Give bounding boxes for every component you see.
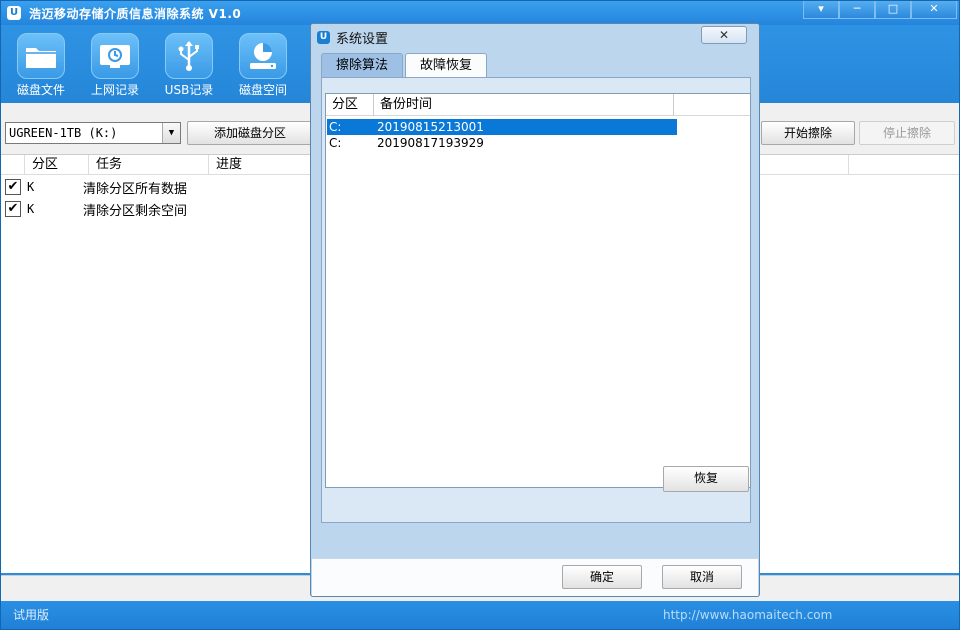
status-bar: 试用版 http://www.haomaitech.com <box>1 601 959 629</box>
toolbar-disk-files-button[interactable]: 磁盘文件 <box>6 33 76 98</box>
usb-icon <box>165 33 213 79</box>
checkbox-column-header <box>1 155 25 175</box>
dialog-tabs: 擦除算法 故障恢复 <box>321 53 489 78</box>
menu-dropdown-button[interactable]: ▾ <box>803 1 839 19</box>
toolbar-disk-space-button[interactable]: 磁盘空间 <box>228 33 298 98</box>
dialog-title-bar: U 系统设置 ✕ <box>311 24 759 50</box>
close-button[interactable]: ✕ <box>911 1 957 19</box>
column-header-partition[interactable]: 分区 <box>326 94 374 116</box>
task-description: 清除分区剩余空间 <box>83 203 188 219</box>
column-header-backup-time[interactable]: 备份时间 <box>374 94 674 116</box>
backup-time: 20190815213001 <box>377 120 484 134</box>
task-description: 清除分区所有数据 <box>83 181 188 197</box>
backup-partition: C: <box>329 136 342 150</box>
toolbar-label: USB记录 <box>164 83 214 97</box>
backup-list: 分区 备份时间 C: 20190815213001 C: 20190817193… <box>325 93 751 488</box>
task-partition: K <box>27 202 35 216</box>
edition-label: 试用版 <box>13 608 50 622</box>
title-bar: U 浩迈移动存储介质信息消除系统 V1.0 ▾ ─ □ ✕ <box>1 1 959 25</box>
task-row[interactable]: ✔ K 清除分区所有数据 <box>1 176 187 198</box>
ok-button[interactable]: 确定 <box>562 565 642 589</box>
backup-partition: C: <box>329 120 342 134</box>
toolbar-label: 上网记录 <box>90 83 139 97</box>
web-history-icon <box>91 33 139 79</box>
backup-list-header: 分区 备份时间 <box>326 94 750 116</box>
fault-recovery-panel: 分区 备份时间 C: 20190815213001 C: 20190817193… <box>321 77 751 523</box>
cancel-button[interactable]: 取消 <box>662 565 742 589</box>
maximize-button[interactable]: □ <box>875 1 911 19</box>
dialog-footer: 确定 取消 <box>312 558 758 596</box>
app-logo-icon: U <box>7 6 21 20</box>
website-link[interactable]: http://www.haomaitech.com <box>663 601 832 629</box>
chevron-down-icon[interactable]: ▼ <box>162 123 180 143</box>
stop-erase-button[interactable]: 停止擦除 <box>859 121 955 145</box>
minimize-button[interactable]: ─ <box>839 1 875 19</box>
task-checkbox[interactable]: ✔ <box>5 201 21 217</box>
column-header-task[interactable]: 任务 <box>89 155 209 175</box>
app-title: 浩迈移动存储介质信息消除系统 V1.0 <box>29 6 242 21</box>
toolbar-label: 磁盘文件 <box>16 83 65 97</box>
toolbar-web-history-button[interactable]: 上网记录 <box>80 33 150 98</box>
folder-icon <box>17 33 65 79</box>
tab-fault-recovery[interactable]: 故障恢复 <box>405 53 488 78</box>
app-logo-icon: U <box>317 30 330 44</box>
task-row[interactable]: ✔ K 清除分区剩余空间 <box>1 198 187 220</box>
toolbar-label: 磁盘空间 <box>238 83 287 97</box>
window-controls: ▾ ─ □ ✕ <box>803 1 957 19</box>
start-erase-button[interactable]: 开始擦除 <box>761 121 855 145</box>
disk-space-icon <box>239 33 287 79</box>
toolbar-usb-history-button[interactable]: USB记录 <box>154 33 224 98</box>
backup-row[interactable]: C: 20190815213001 <box>327 119 677 135</box>
drive-select-value: UGREEN-1TB (K:) <box>9 126 118 140</box>
task-partition: K <box>27 180 35 194</box>
drive-select[interactable]: UGREEN-1TB (K:) ▼ <box>5 122 181 144</box>
add-partition-button[interactable]: 添加磁盘分区 <box>187 121 313 145</box>
backup-time: 20190817193929 <box>377 136 484 150</box>
restore-button[interactable]: 恢复 <box>663 466 749 492</box>
task-checkbox[interactable]: ✔ <box>5 179 21 195</box>
dialog-close-button[interactable]: ✕ <box>701 26 747 44</box>
column-header-partition[interactable]: 分区 <box>25 155 89 175</box>
tab-erase-algorithm[interactable]: 擦除算法 <box>321 53 404 77</box>
settings-dialog: U 系统设置 ✕ 擦除算法 故障恢复 分区 备份时间 C: 2019081521… <box>310 23 760 597</box>
backup-row[interactable]: C: 20190817193929 <box>327 135 750 151</box>
dialog-title: 系统设置 <box>336 31 389 47</box>
